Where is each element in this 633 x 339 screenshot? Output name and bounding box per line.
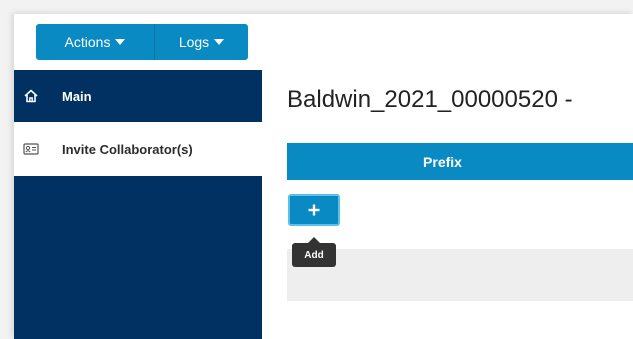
contact-card-icon <box>22 140 40 158</box>
sidebar: Main Invite Collaborator(s) <box>14 70 262 339</box>
table-row <box>287 249 633 301</box>
logs-dropdown-button[interactable]: Logs <box>155 24 248 60</box>
logs-label: Logs <box>178 34 210 50</box>
sidebar-item-main[interactable]: Main <box>14 70 262 122</box>
caret-down-icon <box>214 39 225 45</box>
table-column-header-prefix[interactable]: Prefix <box>287 143 633 180</box>
sidebar-item-invite-collaborators[interactable]: Invite Collaborator(s) <box>14 122 262 176</box>
add-tooltip: Add <box>292 237 336 267</box>
actions-label: Actions <box>64 34 111 50</box>
sidebar-item-label: Main <box>62 88 92 104</box>
tooltip-label: Add <box>304 249 324 261</box>
actions-dropdown-button[interactable]: Actions <box>36 24 155 60</box>
top-toolbar: Actions Logs <box>36 24 248 60</box>
home-icon <box>22 87 40 105</box>
sidebar-item-label: Invite Collaborator(s) <box>62 141 193 157</box>
page-title: Baldwin_2021_00000520 - <box>287 86 573 113</box>
column-header-label: Prefix <box>423 153 462 170</box>
plus-icon <box>308 204 320 216</box>
add-button[interactable] <box>288 194 340 226</box>
app-window: Actions Logs Main Invite Collaborator(s)… <box>14 14 633 339</box>
caret-down-icon <box>115 39 126 45</box>
